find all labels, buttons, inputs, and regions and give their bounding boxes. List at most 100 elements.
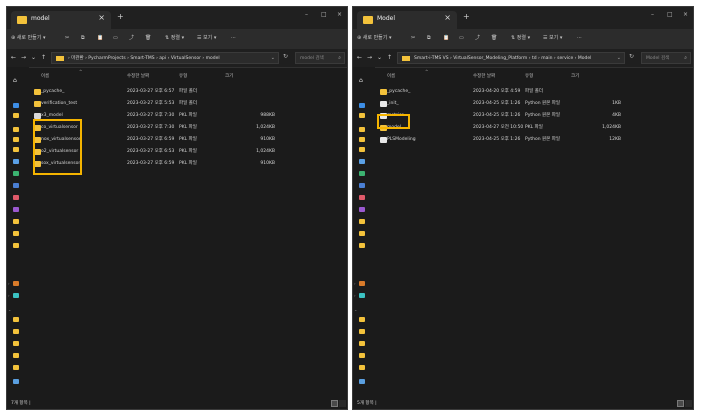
file-name[interactable]: _init_ bbox=[387, 100, 399, 108]
nav-folder-icon[interactable] bbox=[13, 127, 19, 132]
nav-folder-icon[interactable] bbox=[359, 243, 365, 248]
this-pc-icon[interactable] bbox=[359, 293, 365, 298]
nav-folder-icon[interactable] bbox=[13, 243, 19, 248]
documents-icon[interactable] bbox=[359, 159, 365, 164]
nav-folder-icon[interactable] bbox=[13, 147, 19, 152]
cut-icon[interactable]: ✂ bbox=[65, 34, 69, 43]
onedrive-icon[interactable] bbox=[13, 281, 19, 286]
nav-folder-icon[interactable] bbox=[359, 317, 365, 322]
file-row[interactable]: _init_ 2023-04-25 오후 1:26 Python 원본 파일 1KB bbox=[375, 99, 693, 109]
maximize-button[interactable]: □ bbox=[667, 10, 673, 20]
nav-folder-icon[interactable] bbox=[359, 137, 365, 142]
videos-icon[interactable] bbox=[13, 207, 19, 212]
file-row[interactable]: metrics 2023-04-25 오후 1:26 Python 원본 파일 4KB bbox=[375, 111, 693, 121]
file-row[interactable]: model 2023-04-27 오전 10:50 PKL 파일 1,024KB bbox=[375, 123, 693, 133]
nav-folder-icon[interactable] bbox=[13, 113, 19, 118]
nav-folder-icon[interactable] bbox=[13, 353, 19, 358]
recent-locations-button[interactable]: ⌄ bbox=[377, 53, 382, 62]
downloads-icon[interactable] bbox=[13, 171, 19, 176]
new-button[interactable]: ⊕ 새로 만들기 ▾ bbox=[357, 34, 391, 43]
cut-icon[interactable]: ✂ bbox=[411, 34, 415, 43]
column-size[interactable]: 크기 bbox=[571, 73, 579, 81]
network-icon[interactable] bbox=[359, 379, 365, 384]
nav-folder-icon[interactable] bbox=[13, 219, 19, 224]
rename-icon[interactable]: ▭ bbox=[113, 34, 118, 43]
chevron-down-icon[interactable]: ⌄ bbox=[271, 54, 275, 63]
close-window-button[interactable]: × bbox=[683, 10, 688, 20]
search-input[interactable]: Model 검색 ⌕ bbox=[641, 52, 691, 64]
nav-folder-icon[interactable] bbox=[359, 365, 365, 370]
documents-icon[interactable] bbox=[13, 159, 19, 164]
column-type[interactable]: 유형 bbox=[179, 73, 187, 81]
videos-icon[interactable] bbox=[359, 207, 365, 212]
expand-icon[interactable]: › bbox=[354, 281, 356, 286]
refresh-button[interactable]: ↻ bbox=[629, 52, 634, 62]
file-row[interactable]: _pycache_ 2023-03-27 오후 6:57 파일 폴더 bbox=[29, 87, 347, 97]
file-row[interactable]: verification_test 2023-03-27 오후 5:53 파일 폴더 bbox=[29, 99, 347, 109]
paste-icon[interactable]: 📋 bbox=[443, 34, 449, 43]
music-icon[interactable] bbox=[359, 195, 365, 200]
desktop-icon[interactable] bbox=[359, 103, 365, 108]
pictures-icon[interactable] bbox=[13, 183, 19, 188]
collapse-icon[interactable]: ⌄ bbox=[8, 307, 11, 312]
more-button[interactable]: ··· bbox=[231, 34, 236, 43]
expand-icon[interactable]: › bbox=[8, 293, 10, 298]
file-name[interactable]: _pycache_ bbox=[41, 88, 64, 96]
minimize-button[interactable]: – bbox=[305, 10, 308, 20]
paste-icon[interactable]: 📋 bbox=[97, 34, 103, 43]
nav-folder-icon[interactable] bbox=[359, 329, 365, 334]
nav-folder-icon[interactable] bbox=[359, 127, 365, 132]
view-button[interactable]: ☰ 보기 ▾ bbox=[543, 34, 562, 43]
share-icon[interactable]: ⤴ bbox=[475, 34, 480, 43]
forward-button[interactable]: → bbox=[21, 53, 26, 62]
up-button[interactable]: ↑ bbox=[41, 53, 46, 62]
tab-close-button[interactable]: × bbox=[444, 13, 451, 23]
nav-folder-icon[interactable] bbox=[13, 341, 19, 346]
file-name[interactable]: _pycache_ bbox=[387, 88, 410, 96]
nav-folder-icon[interactable] bbox=[359, 113, 365, 118]
nav-folder-icon[interactable] bbox=[359, 353, 365, 358]
new-tab-button[interactable]: + bbox=[463, 12, 470, 22]
pictures-icon[interactable] bbox=[359, 183, 365, 188]
column-date[interactable]: 수정한 날짜 bbox=[473, 73, 495, 81]
file-row[interactable]: _pycache_ 2023-04-20 오후 4:59 파일 폴더 bbox=[375, 87, 693, 97]
up-button[interactable]: ↑ bbox=[387, 53, 392, 62]
expand-icon[interactable]: › bbox=[8, 281, 10, 286]
tab-close-button[interactable]: × bbox=[98, 13, 105, 23]
file-name[interactable]: PLSModeling bbox=[387, 136, 416, 144]
nav-folder-icon[interactable] bbox=[359, 231, 365, 236]
recent-locations-button[interactable]: ⌄ bbox=[31, 53, 36, 62]
back-button[interactable]: ← bbox=[11, 53, 16, 62]
details-view-button[interactable] bbox=[677, 400, 684, 407]
file-name[interactable]: verification_test bbox=[41, 100, 77, 108]
column-size[interactable]: 크기 bbox=[225, 73, 233, 81]
address-input[interactable]: Smart-i-TMS VS › VirtualSensor_Modeling_… bbox=[397, 52, 625, 64]
desktop-icon[interactable] bbox=[13, 103, 19, 108]
file-row[interactable]: PLSModeling 2023-04-25 오후 1:26 Python 원본 파… bbox=[375, 135, 693, 145]
tab-model[interactable]: Model × bbox=[357, 11, 457, 29]
maximize-button[interactable]: □ bbox=[321, 10, 327, 20]
refresh-button[interactable]: ↻ bbox=[283, 52, 288, 62]
tiles-view-button[interactable] bbox=[685, 400, 692, 407]
downloads-icon[interactable] bbox=[359, 171, 365, 176]
delete-icon[interactable]: 🗑 bbox=[145, 34, 151, 43]
column-date[interactable]: 수정한 날짜 bbox=[127, 73, 149, 81]
home-icon[interactable]: ⌂ bbox=[13, 77, 17, 84]
new-button[interactable]: ⊕ 새로 만들기 ▾ bbox=[11, 34, 45, 43]
music-icon[interactable] bbox=[13, 195, 19, 200]
network-icon[interactable] bbox=[13, 379, 19, 384]
nav-folder-icon[interactable] bbox=[13, 137, 19, 142]
nav-folder-icon[interactable] bbox=[359, 219, 365, 224]
nav-folder-icon[interactable] bbox=[359, 147, 365, 152]
search-input[interactable]: model 검색 ⌕ bbox=[295, 52, 345, 64]
column-type[interactable]: 유형 bbox=[525, 73, 533, 81]
view-button[interactable]: ☰ 보기 ▾ bbox=[197, 34, 216, 43]
nav-folder-icon[interactable] bbox=[13, 317, 19, 322]
more-button[interactable]: ··· bbox=[577, 34, 582, 43]
tiles-view-button[interactable] bbox=[339, 400, 346, 407]
close-window-button[interactable]: × bbox=[337, 10, 342, 20]
nav-folder-icon[interactable] bbox=[13, 329, 19, 334]
expand-icon[interactable]: › bbox=[354, 293, 356, 298]
copy-icon[interactable]: ⧉ bbox=[427, 34, 431, 43]
nav-folder-icon[interactable] bbox=[13, 365, 19, 370]
